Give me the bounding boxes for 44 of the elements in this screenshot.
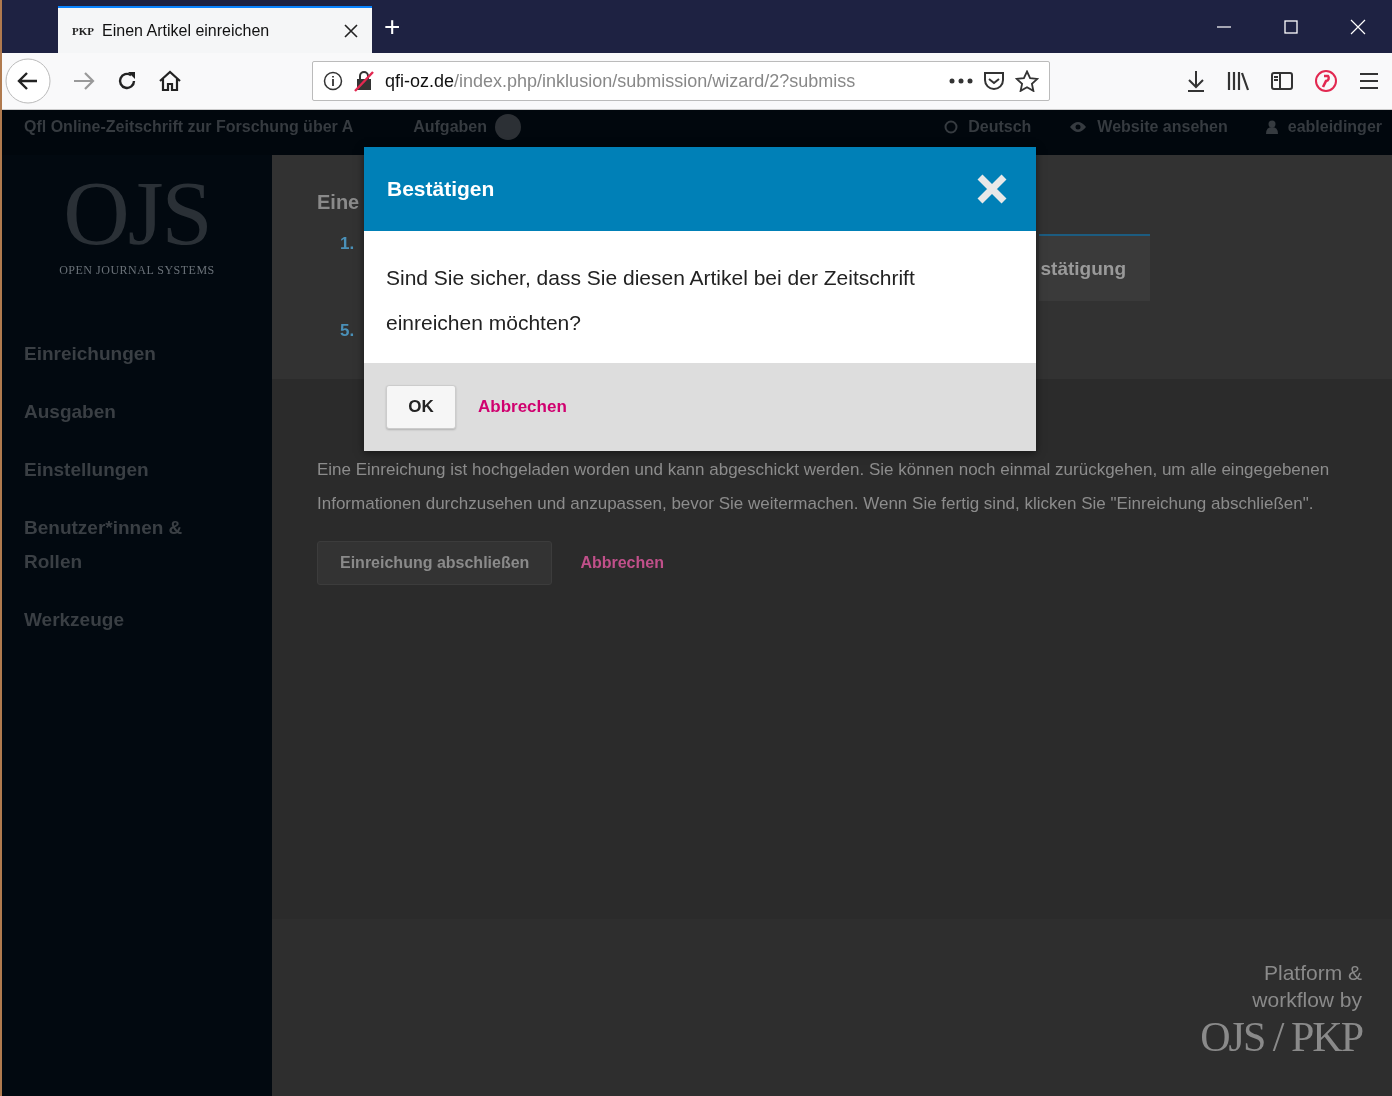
download-icon[interactable] — [1186, 69, 1206, 93]
star-icon[interactable] — [1015, 70, 1039, 92]
ok-button[interactable]: OK — [386, 385, 456, 429]
library-icon[interactable] — [1226, 70, 1250, 92]
back-icon[interactable] — [4, 57, 52, 105]
favicon-text: PKP — [72, 24, 94, 37]
sidebar-item[interactable]: Einstellungen — [24, 453, 204, 487]
insecure-lock-icon[interactable] — [353, 70, 375, 92]
pocket-icon[interactable] — [983, 71, 1005, 91]
footer-text: Platform & workflow by — [1251, 960, 1362, 1013]
step-tab[interactable]: 1. — [340, 234, 355, 254]
page-heading: Eine — [317, 191, 361, 214]
cancel-link[interactable]: Abbrechen — [478, 397, 567, 417]
sidebar-icon[interactable] — [1270, 71, 1294, 91]
sidebar-item[interactable]: Werkzeuge — [24, 603, 204, 637]
user-icon — [1265, 119, 1278, 134]
browser-tab[interactable]: PKP Einen Artikel einreichen — [58, 6, 372, 53]
cancel-link[interactable]: Abbrechen — [580, 554, 664, 572]
tab-title: Einen Artikel einreichen — [102, 21, 271, 40]
sidebar-item[interactable]: Ausgaben — [24, 395, 204, 429]
address-bar[interactable]: qfi-oz.de/index.php/inklusion/submission/wizard/2?submiss — [312, 61, 1050, 101]
reload-icon[interactable] — [116, 70, 138, 92]
step-tab[interactable]: 5. — [340, 321, 355, 341]
dialog-message: Sind Sie sicher, dass Sie diesen Artikel bei der Zeitschrift einreichen möchten? — [385, 265, 916, 336]
more-icon[interactable] — [949, 78, 973, 84]
finish-submission-button[interactable]: Einreichung abschließen — [317, 541, 553, 585]
new-tab-button[interactable]: + — [372, 10, 413, 43]
sidebar-item[interactable]: Einreichungen — [24, 337, 204, 371]
close-icon[interactable] — [344, 23, 358, 38]
forward-icon[interactable] — [72, 70, 96, 92]
step-tab[interactable]: stätigung — [1038, 234, 1150, 301]
logo-subtitle: OPEN JOURNAL SYSTEMS — [59, 263, 215, 278]
ojs-pkp-logo[interactable]: OJS / PKP — [1200, 1013, 1362, 1061]
description-text: Eine Einreichung ist hochgeladen worden und kann abgeschickt werden. Sie können noch einmal zurückgehen, um alle eingegebenen Informationen durchzusehen und anzupassen, bevor Sie weitermachen. Wenn Sie fertig sind, klicken Sie "Einreichung abschließen". — [317, 459, 1331, 515]
sidebar-item[interactable]: Benutzer*innen & Rollen — [24, 511, 204, 579]
home-icon[interactable] — [158, 70, 182, 92]
eye-icon — [1069, 120, 1088, 133]
dialog-title: Bestätigen — [387, 177, 495, 201]
url-text: qfi-oz.de/index.php/inklusion/submission/wizard/2?submiss — [385, 70, 857, 92]
menu-icon[interactable] — [1358, 72, 1380, 90]
tasks-badge — [495, 113, 521, 140]
extension-icon[interactable] — [1314, 69, 1338, 93]
maximize-icon[interactable] — [1284, 19, 1298, 34]
info-icon[interactable] — [323, 71, 343, 91]
